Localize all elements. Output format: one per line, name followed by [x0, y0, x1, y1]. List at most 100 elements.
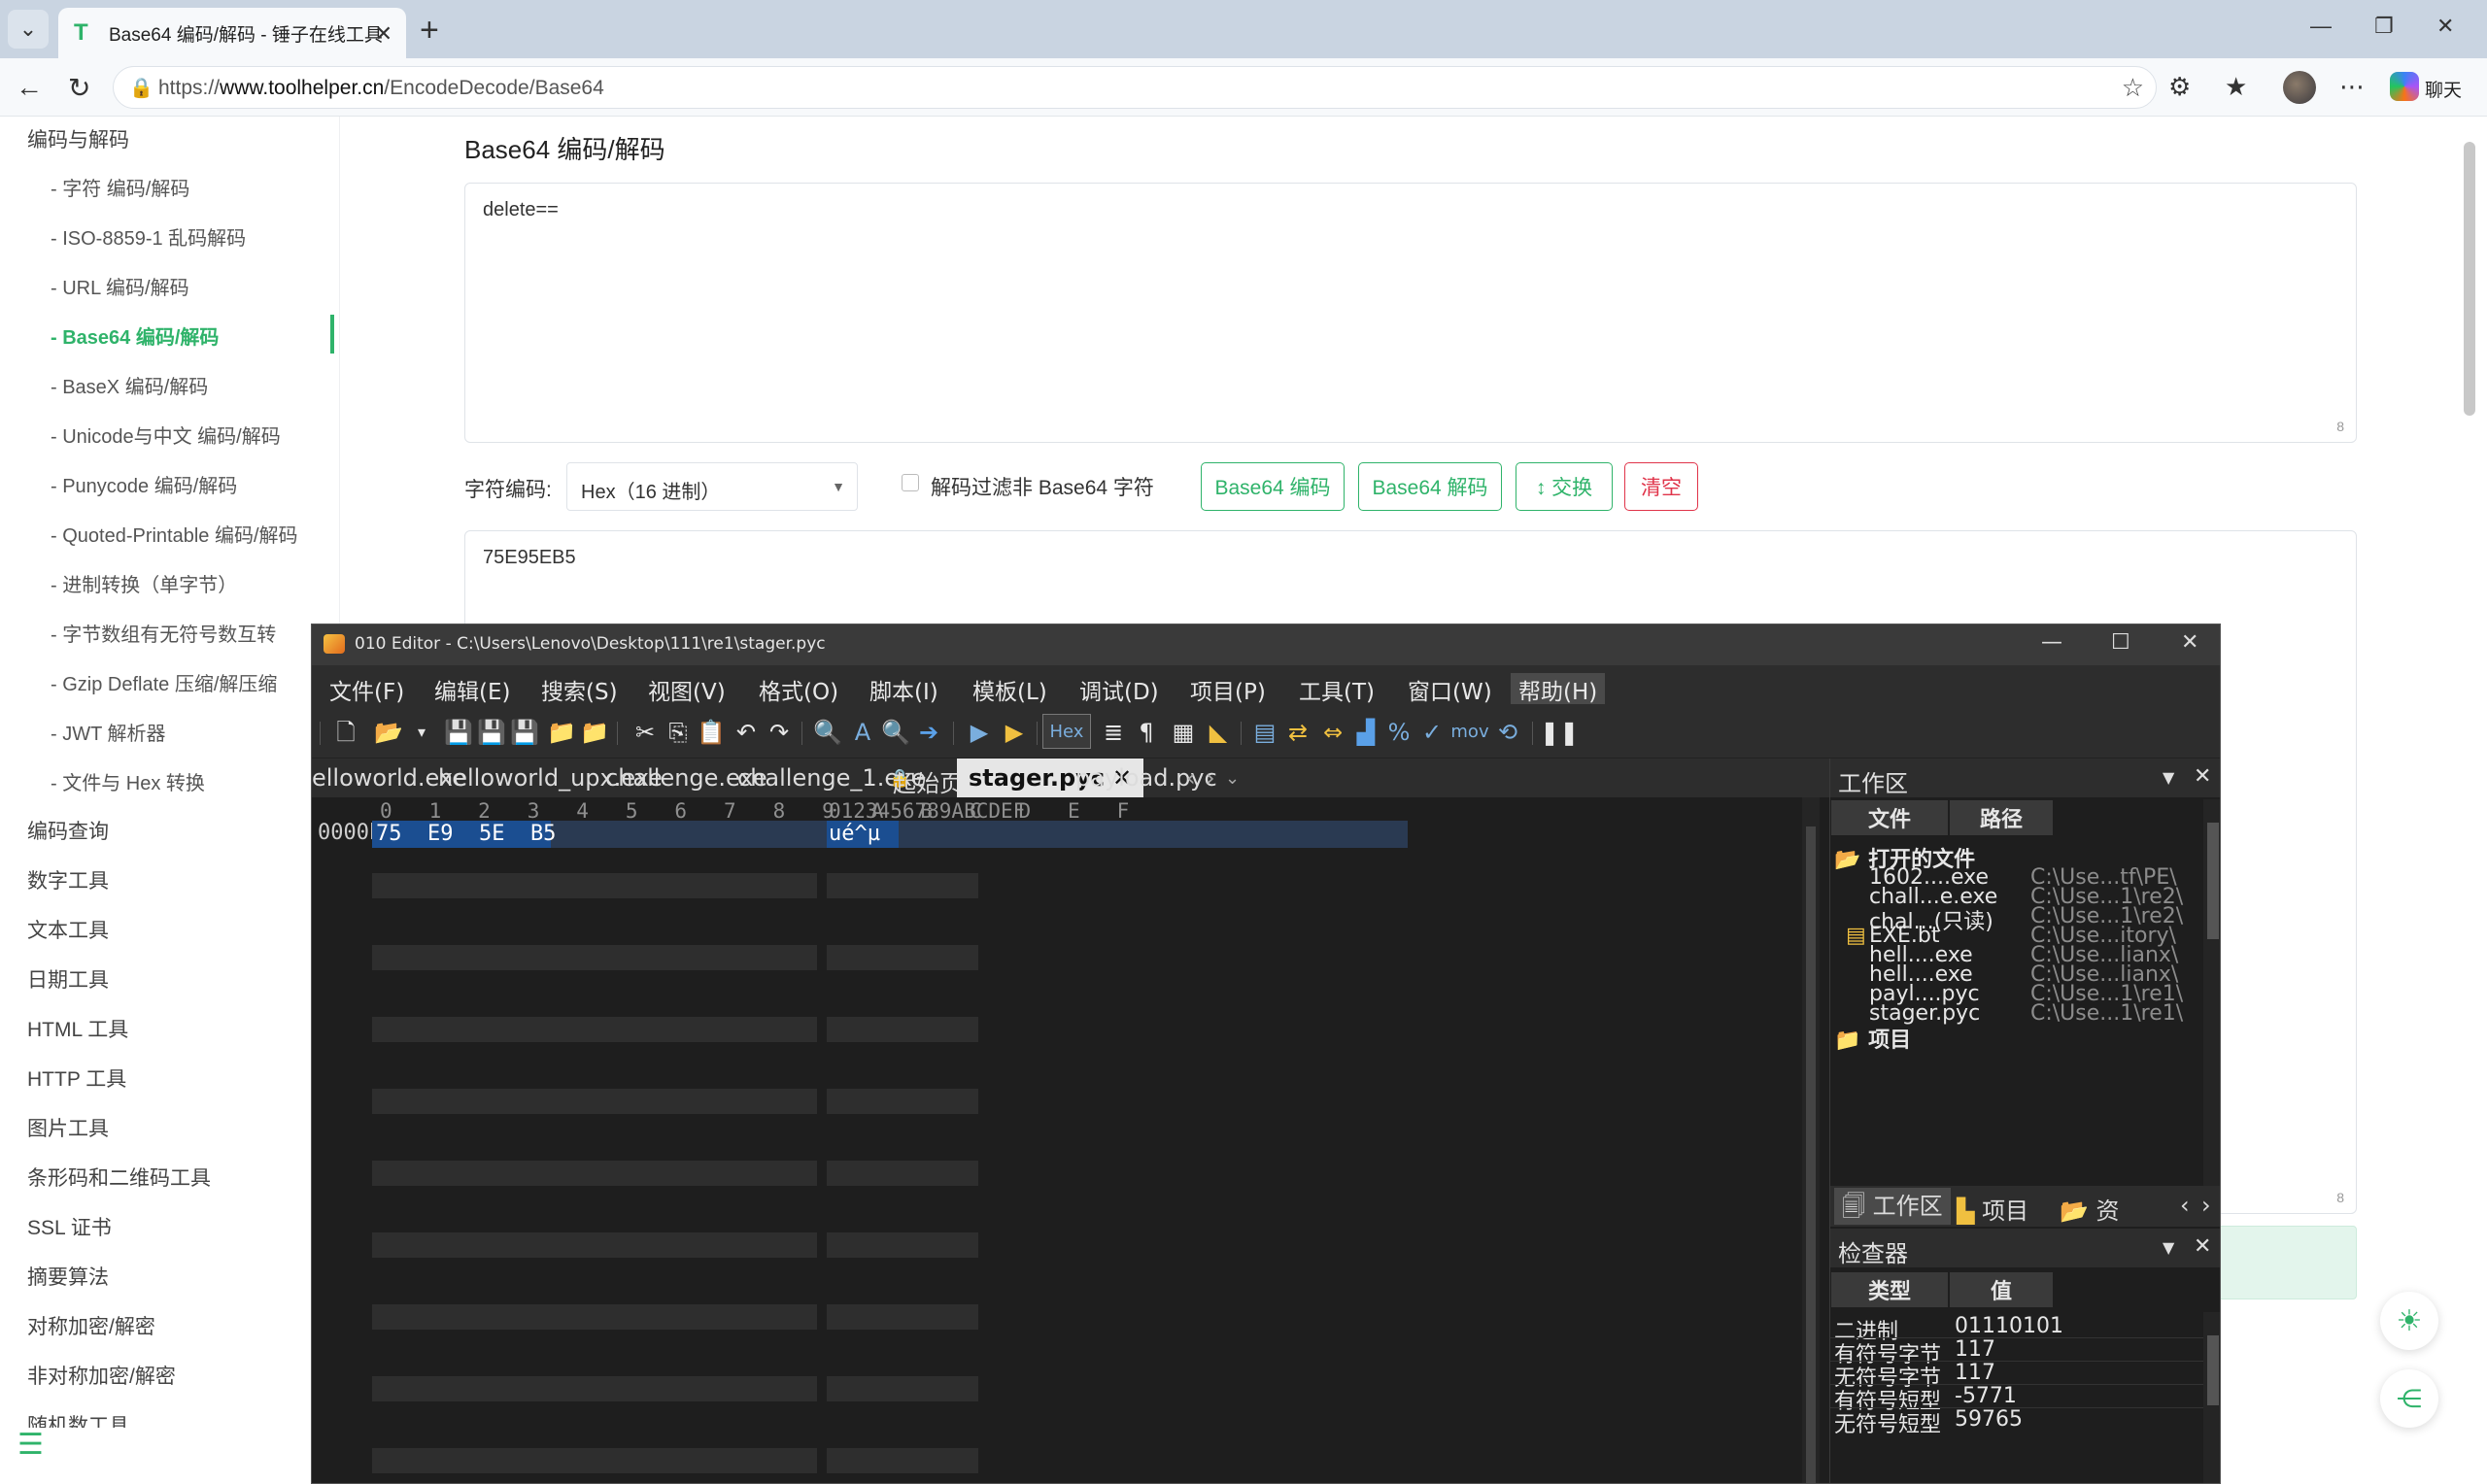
histogram-icon[interactable]: ▟	[1351, 718, 1380, 747]
theme-toggle-icon[interactable]: ☀	[2380, 1292, 2438, 1350]
undo-icon[interactable]: ↶	[732, 718, 761, 747]
sidebar-category-encode-decode[interactable]: 编码与解码	[27, 124, 129, 153]
menu-help[interactable]: 帮助(H)	[1511, 673, 1606, 706]
menu-view[interactable]: 视图(V)	[648, 673, 726, 706]
sidebar-category[interactable]: 文本工具	[27, 915, 109, 944]
editor-close-button[interactable]: ✕	[2181, 630, 2198, 655]
tab-scroll-right-icon[interactable]: ›	[2201, 1192, 2211, 1219]
tab-actions-menu-button[interactable]: ⌄	[8, 10, 49, 49]
menu-format[interactable]: 格式(O)	[759, 673, 838, 706]
reload-button[interactable]: ↻	[68, 72, 90, 104]
more-options-icon[interactable]: ⋯	[2339, 72, 2365, 102]
sidebar-category[interactable]: 随机数工具	[27, 1410, 129, 1428]
restore-window-button[interactable]: ❐	[2374, 14, 2394, 39]
extensions-icon[interactable]: ⚙	[2168, 72, 2191, 102]
inspector-value[interactable]: 117	[1955, 1361, 1995, 1385]
save-icon[interactable]: 💾	[444, 718, 473, 747]
menu-script[interactable]: 脚本(I)	[869, 673, 938, 706]
tab-resources[interactable]: 📂 资	[2060, 1192, 2128, 1226]
sidebar-category[interactable]: 编码查询	[27, 816, 109, 845]
checksum-icon[interactable]: ✓	[1417, 718, 1447, 747]
open-dropdown-icon[interactable]: ▾	[407, 718, 436, 747]
redo-icon[interactable]: ↷	[765, 718, 794, 747]
filter-checkbox[interactable]	[902, 474, 919, 491]
clear-button[interactable]: 清空	[1624, 462, 1698, 511]
inspector-scrollbar[interactable]	[2203, 1312, 2220, 1483]
panel-dropdown-icon[interactable]: ▼	[2163, 768, 2174, 787]
sidebar-category[interactable]: SSL 证书	[27, 1212, 112, 1241]
tab-workspace[interactable]: 🗐 工作区	[1834, 1188, 1951, 1225]
base-converter-icon[interactable]: ⟲	[1493, 718, 1522, 747]
copy-icon[interactable]: ⎘	[664, 718, 693, 747]
hex-view-scrollbar[interactable]	[1802, 797, 1820, 1483]
open-folder-icon[interactable]: 📁	[547, 718, 576, 747]
new-tab-button[interactable]: +	[420, 12, 439, 50]
menu-tools[interactable]: 工具(T)	[1299, 673, 1375, 706]
paste-icon[interactable]: 📋	[697, 718, 726, 747]
menu-template[interactable]: 模板(L)	[972, 673, 1047, 706]
sidebar-category[interactable]: 数字工具	[27, 865, 109, 894]
favorites-icon[interactable]: ★	[2225, 72, 2247, 102]
sidebar-item-punycode[interactable]: - Punycode 编码/解码	[51, 470, 237, 498]
tree-group-project[interactable]: 📁 项目	[1834, 1023, 1911, 1054]
base64-encode-button[interactable]: Base64 编码	[1201, 462, 1345, 511]
sidebar-category[interactable]: 对称加密/解密	[27, 1311, 155, 1340]
back-button[interactable]: ←	[16, 72, 43, 103]
close-tab-icon[interactable]: ✕	[375, 21, 392, 47]
open-file-icon[interactable]: 📂	[374, 718, 403, 747]
menu-toggle-icon[interactable]: ☰	[17, 1428, 44, 1462]
disassembler-mov-icon[interactable]: mov	[1450, 718, 1489, 747]
percent-icon[interactable]: %	[1384, 718, 1414, 747]
new-file-icon[interactable]: 🗋	[331, 718, 360, 747]
tab-list-dropdown-icon[interactable]: ⌄	[1225, 768, 1240, 789]
sidebar-item-unicode[interactable]: - Unicode与中文 编码/解码	[51, 421, 281, 449]
share-icon[interactable]: ⋲	[2380, 1369, 2438, 1428]
save-all-icon[interactable]: 💾	[510, 718, 539, 747]
editor-minimize-button[interactable]: —	[2041, 630, 2062, 655]
text-mode-icon[interactable]: ≣	[1099, 718, 1128, 747]
sidebar-category[interactable]: HTTP 工具	[27, 1063, 126, 1093]
sidebar-category[interactable]: 图片工具	[27, 1113, 109, 1142]
file-tab-start-page[interactable]: 起始页	[893, 764, 963, 798]
tab-scroll-right-icon[interactable]: ›	[1206, 764, 1215, 792]
scrollbar-thumb[interactable]	[2207, 823, 2219, 939]
menu-search[interactable]: 搜索(S)	[541, 673, 618, 706]
sidebar-item-url[interactable]: - URL 编码/解码	[51, 272, 189, 300]
input-textarea[interactable]: delete== 8	[464, 183, 2357, 443]
page-scrollbar[interactable]	[2464, 142, 2475, 416]
show-whitespace-icon[interactable]: ¶	[1132, 718, 1161, 747]
sidebar-item-file-hex[interactable]: - 文件与 Hex 转换	[51, 767, 205, 795]
panel-dropdown-icon[interactable]: ▼	[2163, 1238, 2174, 1257]
copilot-icon[interactable]	[2390, 72, 2419, 101]
base64-decode-button[interactable]: Base64 解码	[1358, 462, 1502, 511]
sidebar-item-jwt[interactable]: - JWT 解析器	[51, 718, 166, 746]
browser-tab-active[interactable]: T Base64 编码/解码 - 锤子在线工具 ✕	[58, 8, 406, 58]
cut-icon[interactable]: ✂	[630, 718, 660, 747]
chat-label[interactable]: 聊天	[2425, 76, 2462, 102]
panel-close-icon[interactable]: ✕	[2194, 1234, 2211, 1259]
menu-edit[interactable]: 编辑(E)	[434, 673, 510, 706]
calculator-icon[interactable]: ▤	[1250, 718, 1279, 747]
close-window-button[interactable]: ✕	[2436, 14, 2454, 39]
menu-debug[interactable]: 调试(D)	[1079, 673, 1159, 706]
tab-scroll-left-icon[interactable]: ‹	[1186, 764, 1196, 792]
editor-titlebar[interactable]: 010 Editor - C:\Users\Lenovo\Desktop\111…	[312, 624, 2220, 665]
sidebar-item-iso[interactable]: - ISO-8859-1 乱码解码	[51, 222, 246, 251]
panel-close-icon[interactable]: ✕	[2194, 764, 2211, 789]
workspace-col-path[interactable]: 路径	[1949, 799, 2054, 836]
minimize-window-button[interactable]: —	[2310, 14, 2332, 39]
hex-view[interactable]: 0 1 2 3 4 5 6 7 8 9 A B C D E F 01234567…	[312, 797, 1820, 1483]
save-as-icon[interactable]: 💾	[477, 718, 506, 747]
file-tab[interactable]: payload.pyc	[1075, 764, 1217, 792]
menu-file[interactable]: 文件(F)	[329, 673, 404, 706]
sidebar-category[interactable]: HTML 工具	[27, 1014, 128, 1043]
workspace-scrollbar[interactable]	[2203, 799, 2220, 1186]
inspector-value[interactable]: 59765	[1955, 1407, 2023, 1432]
sidebar-item-char[interactable]: - 字符 编码/解码	[51, 173, 189, 201]
encoding-select[interactable]: Hex（16 进制） ▼	[566, 462, 858, 511]
pause-icon[interactable]: ❚❚	[1540, 718, 1579, 747]
find-in-files-icon[interactable]: 🔍	[881, 718, 910, 747]
inspector-value[interactable]: 01110101	[1955, 1314, 2063, 1338]
scrollbar-thumb[interactable]	[2207, 1335, 2219, 1405]
run-script-icon[interactable]: ▶	[1000, 718, 1029, 747]
